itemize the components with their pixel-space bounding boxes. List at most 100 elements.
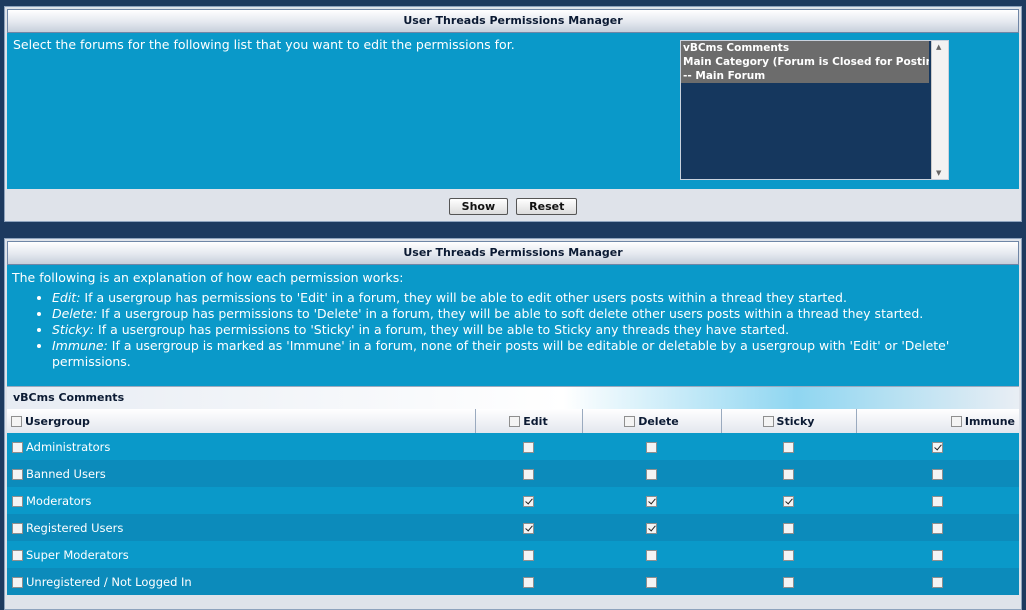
usergroup-cell: Super Moderators (7, 541, 475, 568)
delete-cell (582, 460, 721, 487)
edit-permission-checkbox[interactable] (523, 441, 534, 453)
usergroup-name: Administrators (26, 439, 111, 454)
select-all-usergroups-checkbox[interactable] (11, 416, 22, 427)
scroll-down-icon[interactable]: ▼ (936, 169, 941, 177)
table-row: Moderators (7, 487, 1019, 514)
sticky-cell (721, 541, 856, 568)
select-all-immune-checkbox[interactable] (950, 416, 962, 427)
immune-permission-checkbox[interactable] (932, 576, 943, 588)
sticky-permission-checkbox[interactable] (783, 522, 794, 534)
table-row: Registered Users (7, 514, 1019, 541)
delete-permission-checkbox[interactable] (646, 522, 657, 534)
explanation-term: Immune: (52, 338, 108, 353)
select-all-sticky-checkbox[interactable] (762, 416, 774, 427)
usergroup-row-checkbox[interactable] (12, 576, 23, 588)
usergroup-name: Super Moderators (26, 547, 129, 562)
delete-cell (582, 433, 721, 460)
select-all-edit-checkbox[interactable] (509, 416, 521, 427)
explanation-term: Edit: (52, 290, 81, 305)
immune-cell (856, 541, 1019, 568)
sticky-cell (721, 433, 856, 460)
delete-permission-checkbox[interactable] (646, 468, 657, 480)
explanation-section: The following is an explanation of how e… (7, 265, 1019, 386)
sticky-column-header: Sticky (721, 409, 857, 433)
forum-listbox[interactable]: vBCms Comments Main Category (Forum is C… (680, 40, 949, 180)
edit-header-label: Edit (523, 414, 548, 428)
reset-button[interactable]: Reset (516, 197, 578, 215)
sticky-cell (721, 487, 856, 514)
usergroup-row-checkbox[interactable] (12, 522, 23, 534)
panel-title: User Threads Permissions Manager (7, 9, 1019, 33)
immune-permission-checkbox[interactable] (932, 468, 943, 480)
delete-permission-checkbox[interactable] (646, 549, 657, 561)
usergroup-name: Moderators (26, 493, 92, 508)
forum-selection-body: Select the forums for the following list… (7, 33, 1019, 189)
table-row: Super Moderators (7, 541, 1019, 568)
immune-permission-checkbox[interactable] (932, 549, 943, 561)
usergroup-row-checkbox[interactable] (12, 441, 23, 453)
usergroup-cell: Administrators (7, 433, 475, 460)
edit-cell (475, 514, 582, 541)
delete-cell (582, 568, 721, 595)
sticky-permission-checkbox[interactable] (783, 549, 794, 561)
show-button[interactable]: Show (448, 197, 509, 215)
usergroup-row-checkbox[interactable] (12, 468, 23, 480)
edit-column-header: Edit (475, 409, 583, 433)
usergroup-cell: Registered Users (7, 514, 475, 541)
usergroup-cell: Moderators (7, 487, 475, 514)
edit-permission-checkbox[interactable] (523, 468, 534, 480)
forum-selection-panel: User Threads Permissions Manager Select … (4, 6, 1022, 222)
table-row: Unregistered / Not Logged In (7, 568, 1019, 595)
sticky-cell (721, 460, 856, 487)
scroll-up-icon[interactable]: ▲ (936, 43, 941, 51)
select-all-delete-checkbox[interactable] (624, 416, 636, 427)
edit-permission-checkbox[interactable] (523, 549, 534, 561)
listbox-scrollbar[interactable]: ▲ ▼ (931, 41, 948, 179)
forum-option[interactable]: Main Category (Forum is Closed for Posti… (681, 55, 929, 69)
usergroup-row-checkbox[interactable] (12, 495, 23, 507)
sticky-cell (721, 568, 856, 595)
edit-permission-checkbox[interactable] (523, 576, 534, 588)
sticky-header-label: Sticky (776, 414, 815, 428)
edit-cell (475, 460, 582, 487)
edit-cell (475, 568, 582, 595)
usergroup-row-checkbox[interactable] (12, 549, 23, 561)
forum-option[interactable]: vBCms Comments (681, 41, 929, 55)
sticky-permission-checkbox[interactable] (783, 576, 794, 588)
immune-header-label: Immune (964, 414, 1015, 428)
edit-permission-checkbox[interactable] (523, 522, 534, 534)
immune-cell (856, 487, 1019, 514)
explanation-item: Delete: If a usergroup has permissions t… (52, 306, 1015, 322)
usergroup-name: Banned Users (26, 466, 106, 481)
delete-permission-checkbox[interactable] (646, 495, 657, 507)
panel-title: User Threads Permissions Manager (7, 241, 1019, 265)
immune-cell (856, 568, 1019, 595)
explanation-intro: The following is an explanation of how e… (12, 270, 404, 285)
explanation-text: If a usergroup is marked as 'Immune' in … (52, 338, 950, 369)
sticky-permission-checkbox[interactable] (783, 495, 794, 507)
explanation-item: Sticky: If a usergroup has permissions t… (52, 322, 1015, 338)
permissions-table: Usergroup Edit Delete Sticky Immune Admi… (7, 409, 1019, 595)
permissions-table-body: Administrators Banned Users Moderators Regi… (7, 433, 1019, 595)
immune-cell (856, 433, 1019, 460)
edit-cell (475, 487, 582, 514)
usergroup-cell: Unregistered / Not Logged In (7, 568, 475, 595)
immune-permission-checkbox[interactable] (932, 522, 943, 534)
explanation-item: Immune: If a usergroup is marked as 'Imm… (52, 338, 1015, 370)
permission-explanations: Edit: If a usergroup has permissions to … (12, 290, 1015, 370)
delete-permission-checkbox[interactable] (646, 576, 657, 588)
edit-permission-checkbox[interactable] (523, 495, 534, 507)
sticky-permission-checkbox[interactable] (783, 441, 794, 453)
immune-permission-checkbox[interactable] (932, 495, 943, 507)
edit-cell (475, 541, 582, 568)
forum-option[interactable]: -- Main Forum (681, 69, 929, 83)
table-row: Banned Users (7, 460, 1019, 487)
sticky-permission-checkbox[interactable] (783, 468, 794, 480)
delete-permission-checkbox[interactable] (646, 441, 657, 453)
button-bar: Show Reset (5, 189, 1021, 223)
permissions-panel: User Threads Permissions Manager The fol… (4, 238, 1022, 610)
delete-cell (582, 541, 721, 568)
usergroup-header-label: Usergroup (25, 414, 90, 428)
explanation-term: Delete: (52, 306, 98, 321)
immune-permission-checkbox[interactable] (932, 441, 943, 453)
